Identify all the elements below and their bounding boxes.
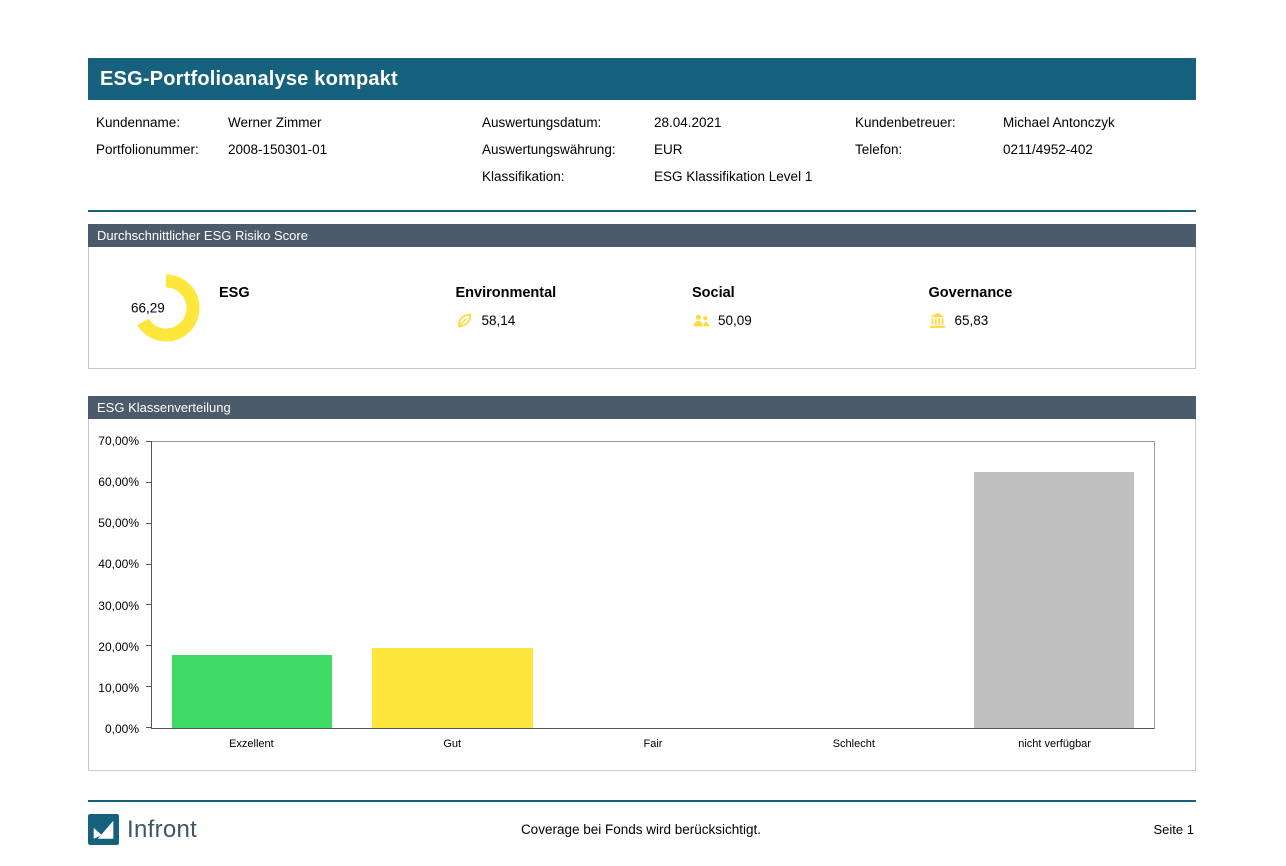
pillar-title: Governance [929,285,1166,301]
y-tick-mark [146,482,152,483]
x-tick-label: nicht verfügbar [954,738,1155,750]
bar-1 [172,655,332,728]
footer-note: Coverage bei Fonds wird berücksichtigt. [521,822,761,837]
field-value: Werner Zimmer [228,113,322,133]
y-tick-mark [146,645,152,646]
client-info-col-1: Kundenname: Werner Zimmer Portfolionumme… [96,113,482,194]
field-label: Kundenname: [96,113,228,133]
field-label: Auswertungsdatum: [482,113,654,133]
info-row-portfolionummer: Portfolionummer: 2008-150301-01 [96,140,482,167]
bar-slot [553,442,753,728]
field-value: Michael Antonczyk [1003,113,1115,133]
client-info-col-2: Auswertungsdatum: 28.04.2021 Auswertungs… [482,113,855,194]
esg-score-section-header: Durchschnittlicher ESG Risiko Score [88,224,1196,247]
y-tick-label: 10,00% [98,681,139,695]
bar-plot [151,441,1155,729]
y-tick-mark [146,523,152,524]
pillar-value-row [219,311,456,331]
pillar-value-row: 58,14 [456,311,693,331]
pillar-value-row: 65,83 [929,311,1166,331]
y-tick-mark [146,441,152,442]
y-tick-label: 50,00% [98,516,139,530]
info-row-auswertungswaehrung: Auswertungswährung: EUR [482,140,855,167]
y-tick-label: 60,00% [98,475,139,489]
field-value: 2008-150301-01 [228,140,327,160]
info-row-auswertungsdatum: Auswertungsdatum: 28.04.2021 [482,113,855,140]
leaf-icon [456,312,474,330]
bar-2 [372,648,532,728]
pillar-governance: Governance 65,83 [929,285,1166,331]
y-tick-label: 30,00% [98,599,139,613]
pillar-title: Environmental [456,285,693,301]
pillar-esg: ESG [219,285,456,331]
field-label: Telefon: [855,140,1003,160]
pillar-value-row: 50,09 [692,311,929,331]
field-label: Auswertungswährung: [482,140,654,160]
report-title: ESG-Portfolioanalyse kompakt [100,68,398,91]
y-tick-label: 20,00% [98,640,139,654]
x-tick-label: Fair [553,738,754,750]
esg-score-section-body: 66,29 ESG Environmental 58,14 [88,247,1196,369]
pillar-title: ESG [219,285,456,301]
field-value: ESG Klassifikation Level 1 [654,167,812,187]
bar-slot [954,442,1154,728]
info-row-kundenbetreuer: Kundenbetreuer: Michael Antonczyk [855,113,1188,140]
bank-icon [929,312,947,330]
pillar-social: Social 50,09 [692,285,929,331]
info-row-klassifikation: Klassifikation: ESG Klassifikation Level… [482,167,855,194]
y-tick-label: 70,00% [98,434,139,448]
infront-logo-icon [88,814,119,845]
bars [152,442,1154,728]
field-value: 28.04.2021 [654,113,722,133]
pillar-value: 65,83 [955,313,989,328]
y-tick-mark [146,604,152,605]
bar-5 [974,472,1134,728]
y-axis: 0,00%10,00%20,00%30,00%40,00%50,00%60,00… [89,441,147,729]
esg-score-section: Durchschnittlicher ESG Risiko Score 66,2… [88,224,1196,369]
y-tick-label: 40,00% [98,557,139,571]
x-tick-label: Schlecht [753,738,954,750]
info-divider [88,210,1196,212]
esg-distribution-section: ESG Klassenverteilung 0,00% 10,00% 20,00% 3… [88,396,1196,771]
bar-slot [753,442,953,728]
field-label: Portfolionummer: [96,140,228,160]
pillar-environmental: Environmental 58,14 [456,285,693,331]
info-row-telefon: Telefon: 0211/4952-402 [855,140,1188,167]
esg-score-value: 66,29 [131,300,165,315]
pillar-value: 50,09 [718,313,752,328]
bar-slot [352,442,552,728]
y-tick-mark [146,727,152,728]
y-tick-mark [146,686,152,687]
x-tick-label: Gut [352,738,553,750]
field-label: Kundenbetreuer: [855,113,1003,133]
pillar-value: 58,14 [482,313,516,328]
client-info-col-3: Kundenbetreuer: Michael Antonczyk Telefo… [855,113,1188,194]
y-tick-mark [146,564,152,565]
esg-distribution-chart: 0,00% 10,00% 20,00% 30,00% 40,00% 50,00% 60,00… [88,419,1196,771]
page-number: Seite 1 [761,822,1196,837]
x-tick-label: Exzellent [151,738,352,750]
footer-divider [88,800,1196,802]
esg-distribution-section-header: ESG Klassenverteilung [88,396,1196,419]
x-axis: ExzellentGutFairSchlechtnicht verfügbar [151,738,1155,750]
infront-logo-text: Infront [127,816,197,844]
field-value: EUR [654,140,683,160]
bar-slot [152,442,352,728]
infront-logo: Infront [88,814,197,845]
field-label: Klassifikation: [482,167,654,187]
esg-score-donut: 66,29 [131,273,201,343]
pillar-title: Social [692,285,929,301]
report-footer: Infront Coverage bei Fonds wird berücksi… [88,800,1196,845]
footer-left: Infront [88,814,521,845]
report-page: ESG-Portfolioanalyse kompakt Kundenname:… [88,58,1196,771]
client-info: Kundenname: Werner Zimmer Portfolionumme… [88,100,1196,202]
y-tick-label: 0,00% [105,722,139,736]
field-value: 0211/4952-402 [1003,140,1093,160]
footer-row: Infront Coverage bei Fonds wird berücksi… [88,814,1196,845]
people-icon [692,312,710,330]
info-row-kundenname: Kundenname: Werner Zimmer [96,113,482,140]
report-title-bar: ESG-Portfolioanalyse kompakt [88,58,1196,100]
